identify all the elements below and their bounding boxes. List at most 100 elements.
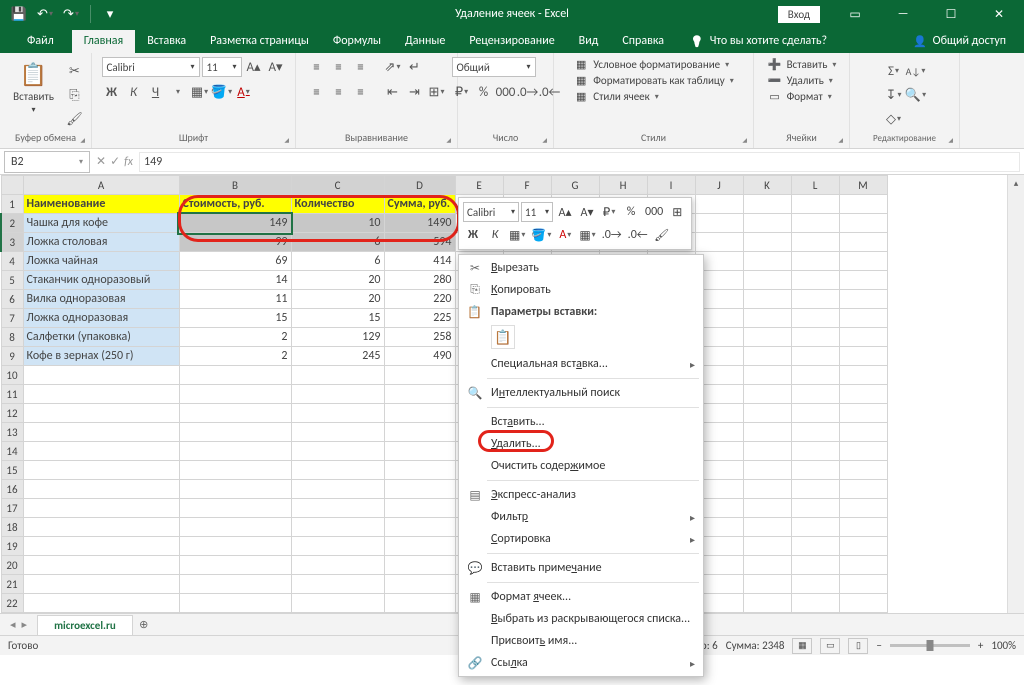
column-header[interactable]: L: [791, 176, 839, 195]
cut-icon[interactable]: ✂: [65, 61, 85, 81]
cell[interactable]: [291, 480, 384, 499]
cell[interactable]: Ложка одноразовая: [23, 309, 179, 328]
zoom-out-button[interactable]: −: [876, 639, 881, 652]
cell[interactable]: 69: [179, 252, 291, 271]
mini-border-icon[interactable]: ▦: [507, 225, 527, 245]
cell[interactable]: [839, 442, 887, 461]
tab-formulas[interactable]: Формулы: [321, 30, 393, 53]
sheet-tab[interactable]: microexcel.ru: [37, 615, 133, 635]
tab-home[interactable]: Главная: [72, 30, 135, 53]
ctx-copy[interactable]: ⎘Копировать: [459, 279, 703, 301]
cell[interactable]: [791, 594, 839, 613]
ctx-cut[interactable]: ✂Вырезать: [459, 257, 703, 279]
redo-icon[interactable]: ↷: [60, 3, 82, 25]
cell[interactable]: [743, 556, 791, 575]
cell[interactable]: [791, 271, 839, 290]
save-icon[interactable]: 💾: [8, 3, 30, 25]
cell[interactable]: [743, 575, 791, 594]
cell[interactable]: [291, 537, 384, 556]
cell[interactable]: [791, 214, 839, 233]
cell[interactable]: [743, 480, 791, 499]
cell[interactable]: 490: [384, 347, 455, 366]
cell[interactable]: [743, 252, 791, 271]
cell[interactable]: [791, 575, 839, 594]
increase-font-icon[interactable]: A▴: [244, 57, 264, 77]
row-header[interactable]: 6: [1, 290, 23, 309]
cell[interactable]: [384, 518, 455, 537]
cell[interactable]: [791, 195, 839, 214]
cell[interactable]: 14: [179, 271, 291, 290]
cell[interactable]: [695, 195, 743, 214]
tab-layout[interactable]: Разметка страницы: [198, 30, 321, 53]
cell[interactable]: [23, 404, 179, 423]
cell[interactable]: [791, 404, 839, 423]
cell[interactable]: [23, 480, 179, 499]
mini-border2-icon[interactable]: ▦: [577, 225, 597, 245]
conditional-formatting-button[interactable]: ▦Условное форматирование: [569, 57, 733, 72]
cell[interactable]: [791, 347, 839, 366]
row-header[interactable]: 8: [1, 328, 23, 347]
underline-button[interactable]: Ч: [146, 82, 166, 102]
insert-cells-button[interactable]: ➕Вставить: [763, 57, 841, 72]
fill-icon[interactable]: ↧: [884, 85, 904, 105]
cell[interactable]: [23, 575, 179, 594]
cell[interactable]: [839, 423, 887, 442]
row-header[interactable]: 19: [1, 537, 23, 556]
row-header[interactable]: 18: [1, 518, 23, 537]
cell[interactable]: [179, 575, 291, 594]
mini-italic-icon[interactable]: К: [485, 225, 505, 245]
font-size-select[interactable]: 11▾: [202, 57, 242, 77]
cell[interactable]: [839, 404, 887, 423]
formula-input[interactable]: 149: [139, 152, 1020, 172]
format-as-table-button[interactable]: ▦Форматировать как таблицу: [569, 73, 738, 88]
format-painter-icon[interactable]: 🖌: [65, 109, 85, 129]
cell[interactable]: 11: [179, 290, 291, 309]
login-button[interactable]: Вход: [778, 6, 820, 23]
cell[interactable]: [839, 518, 887, 537]
merge-button[interactable]: ⊞: [427, 82, 447, 102]
fx-icon[interactable]: fx: [124, 155, 133, 169]
row-header[interactable]: 1: [1, 195, 23, 214]
cell-styles-button[interactable]: ▦Стили ячеек: [569, 89, 663, 104]
row-header[interactable]: 13: [1, 423, 23, 442]
paste-button[interactable]: 📋Вставить▾: [7, 57, 61, 115]
mini-inc-dec-icon[interactable]: .0→: [600, 225, 624, 245]
row-header[interactable]: 5: [1, 271, 23, 290]
cell[interactable]: Ложка чайная: [23, 252, 179, 271]
align-top-icon[interactable]: ≡: [307, 57, 327, 77]
cell[interactable]: 20: [291, 290, 384, 309]
ctx-format-cells[interactable]: ▦Формат ячеек...: [459, 586, 703, 608]
close-button[interactable]: ✕: [976, 0, 1022, 28]
zoom-level[interactable]: 100%: [991, 639, 1016, 652]
cell[interactable]: [839, 195, 887, 214]
cell[interactable]: [743, 233, 791, 252]
find-select-icon[interactable]: 🔍: [906, 85, 926, 105]
cell[interactable]: [743, 537, 791, 556]
cell[interactable]: [23, 556, 179, 575]
align-center-icon[interactable]: ≡: [329, 82, 349, 102]
cell[interactable]: [384, 480, 455, 499]
ctx-sort[interactable]: Сортировка: [459, 528, 703, 550]
cell[interactable]: [179, 442, 291, 461]
row-header[interactable]: 3: [1, 233, 23, 252]
cell[interactable]: [743, 309, 791, 328]
cell[interactable]: [791, 366, 839, 385]
cell[interactable]: 20: [291, 271, 384, 290]
cell[interactable]: Чашка для кофе: [23, 214, 179, 233]
cell[interactable]: [791, 442, 839, 461]
cell[interactable]: [791, 423, 839, 442]
zoom-in-button[interactable]: +: [978, 639, 983, 652]
increase-decimal-icon[interactable]: .0→: [518, 82, 538, 102]
cell[interactable]: [839, 366, 887, 385]
row-header[interactable]: 11: [1, 385, 23, 404]
cell[interactable]: [179, 594, 291, 613]
cell[interactable]: [791, 518, 839, 537]
cell[interactable]: [839, 252, 887, 271]
cell[interactable]: [291, 499, 384, 518]
mini-dec-dec-icon[interactable]: .0←: [626, 225, 650, 245]
tab-nav-next-icon[interactable]: ▸: [22, 618, 28, 631]
decrease-font-icon[interactable]: A▾: [266, 57, 286, 77]
cell[interactable]: [791, 233, 839, 252]
row-header[interactable]: 9: [1, 347, 23, 366]
mini-bold-icon[interactable]: Ж: [463, 225, 483, 245]
